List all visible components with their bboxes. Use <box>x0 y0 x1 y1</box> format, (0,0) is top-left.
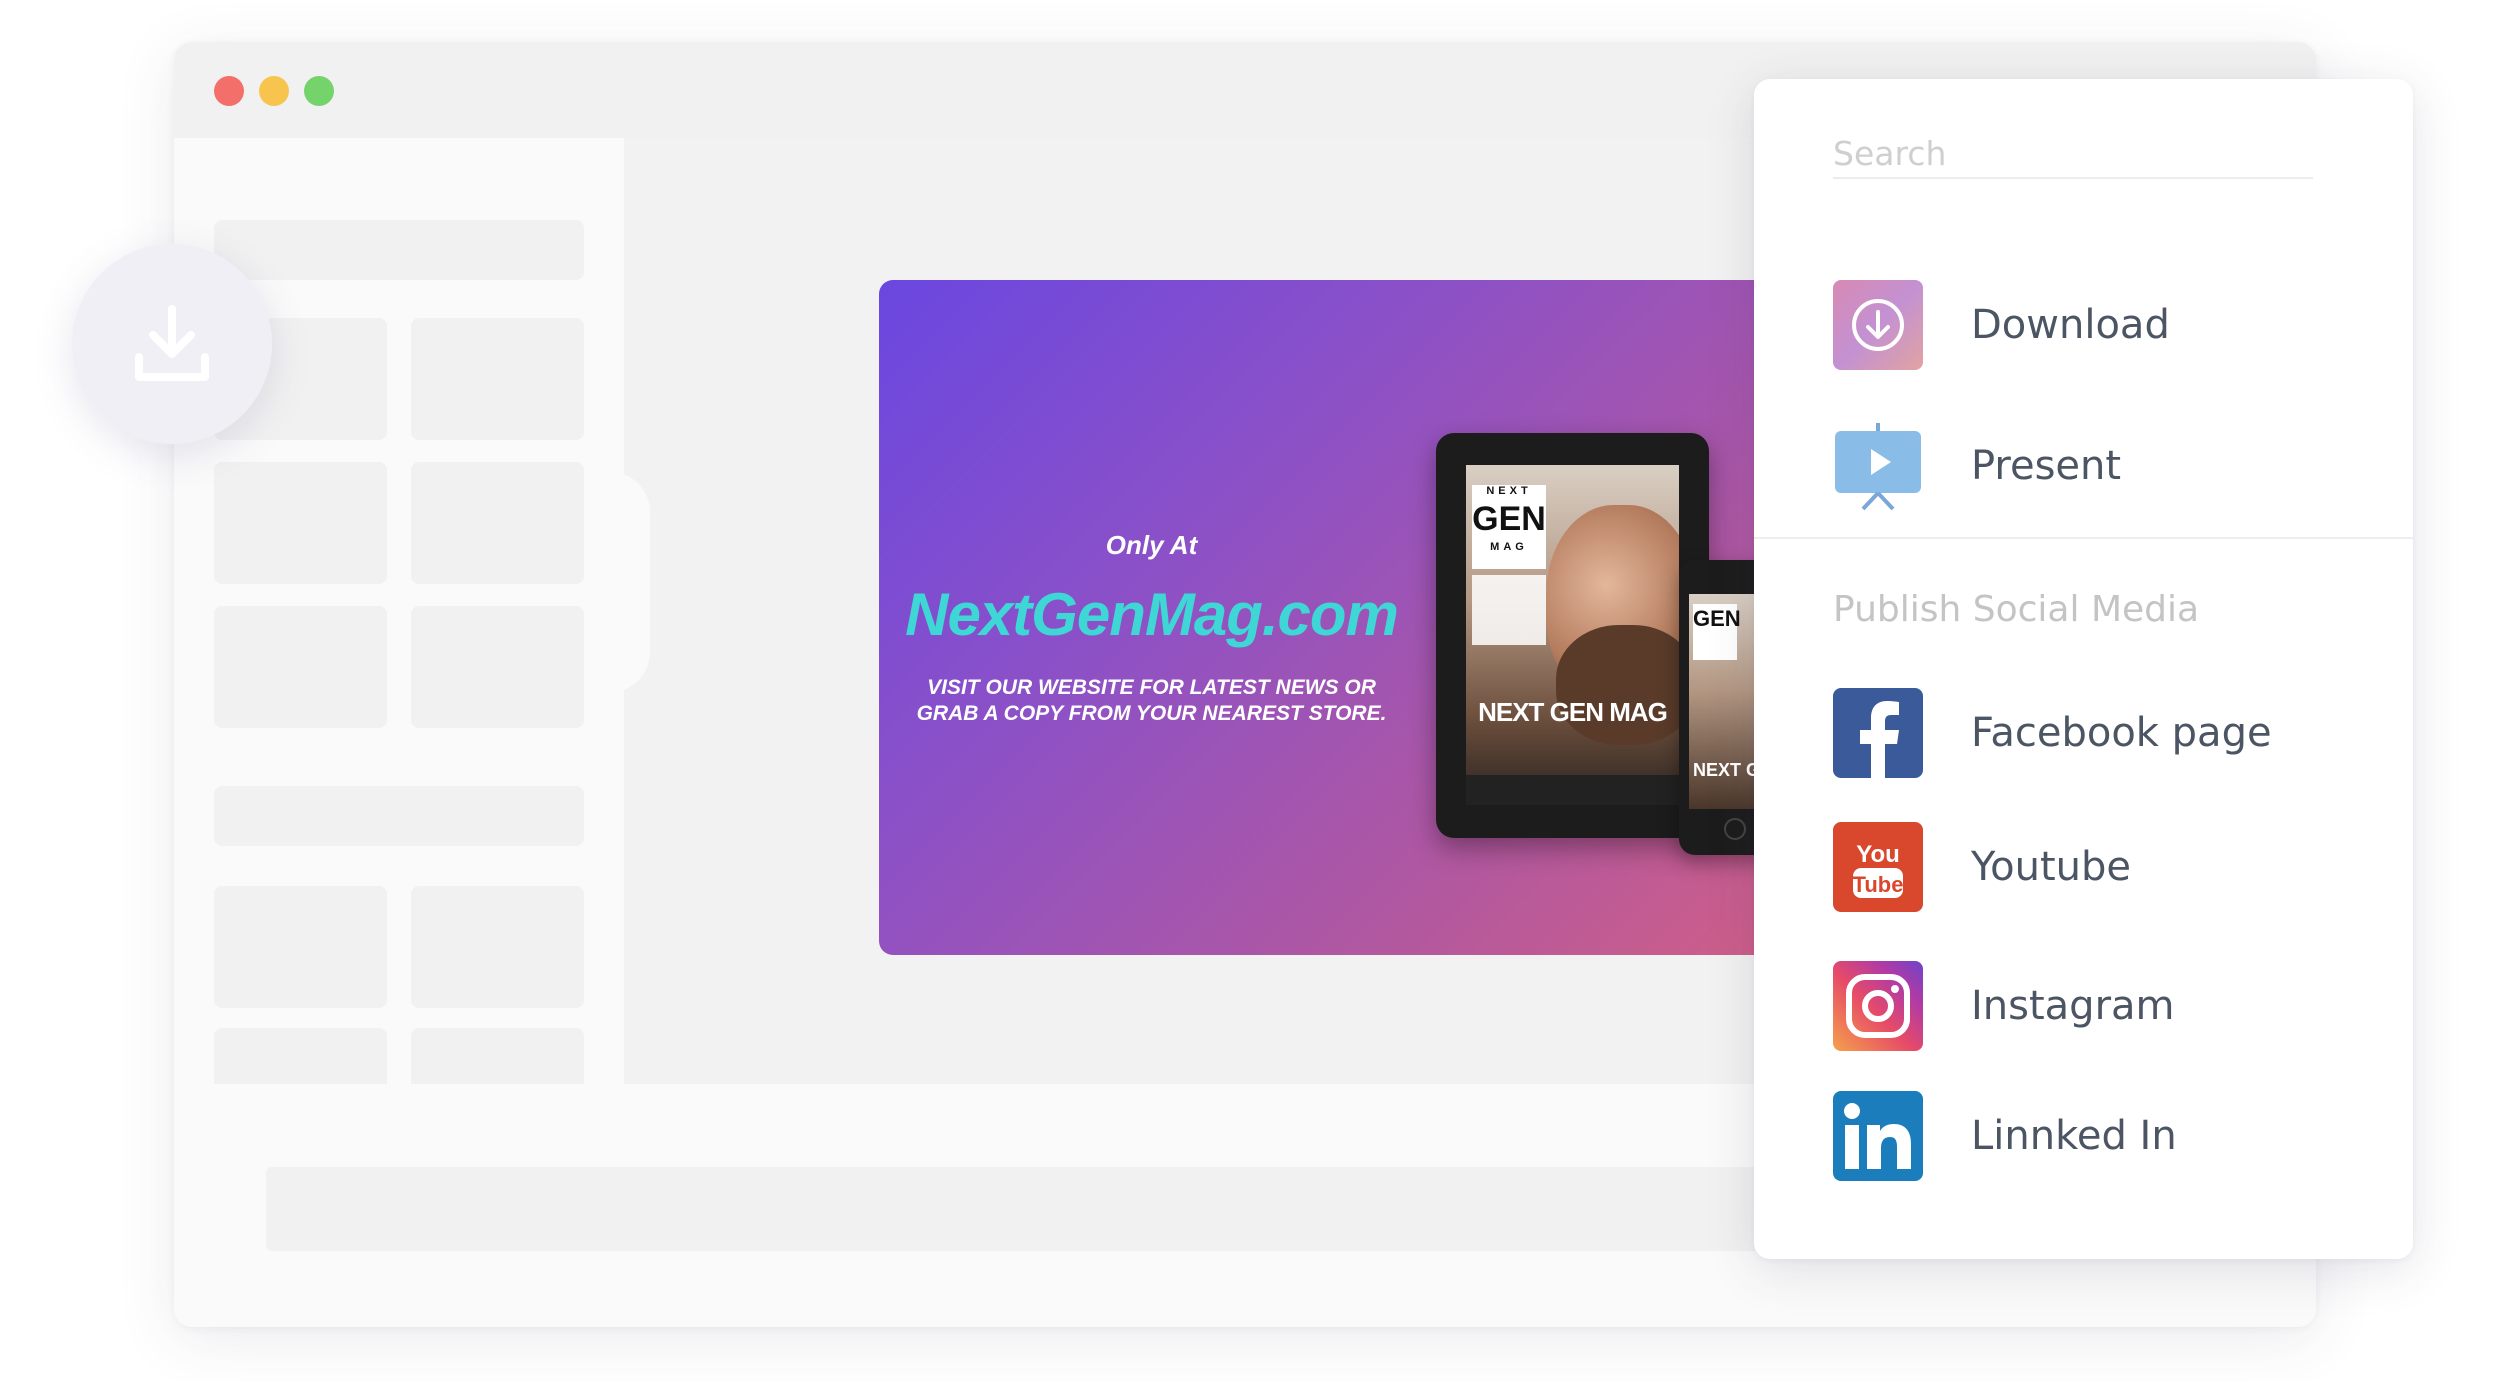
magazine-title: NEXT GEN MAG <box>1478 697 1668 727</box>
download-icon <box>135 305 209 381</box>
youtube-option[interactable]: You Tube Youtube <box>1833 819 2353 915</box>
placeholder-bar <box>214 220 584 280</box>
phone-home-button <box>1724 818 1746 840</box>
design-banner[interactable]: Only At NextGenMag.com VISIT OUR WEBSITE… <box>879 280 1879 955</box>
svg-text:You: You <box>1856 841 1900 868</box>
placeholder-tile <box>411 1028 584 1084</box>
placeholder-bar <box>214 786 584 846</box>
banner-site-name: NextGenMag.com <box>905 581 1399 648</box>
tablet-nav-bar <box>1466 775 1679 805</box>
magazine-logo-top: NEXT <box>1486 485 1532 497</box>
banner-tagline: Only At <box>1105 530 1198 560</box>
panel-divider <box>1754 537 2413 539</box>
download-fab-button[interactable] <box>72 244 272 444</box>
present-icon <box>1833 421 1923 511</box>
placeholder-tile <box>214 1028 387 1084</box>
instagram-icon <box>1833 961 1923 1051</box>
download-icon <box>1833 280 1923 370</box>
placeholder-tile <box>411 606 584 728</box>
share-panel: Download Present Publish Social Media Fa… <box>1754 79 2413 1259</box>
magazine-sidebar-text <box>1472 575 1546 645</box>
magazine-logo-main: GEN <box>1472 500 1546 538</box>
tablet-mockup: NEXT GEN MAG NEXT GEN MAG <box>1436 433 1709 838</box>
section-title: Publish Social Media <box>1833 589 2200 630</box>
placeholder-tile <box>214 606 387 728</box>
linkedin-option[interactable]: Linnked In <box>1833 1088 2353 1184</box>
window-close-button[interactable] <box>214 76 244 106</box>
instagram-label: Instagram <box>1971 983 2175 1029</box>
window-minimize-button[interactable] <box>259 76 289 106</box>
magazine-cover: NEXT GEN MAG NEXT GEN MAG <box>1466 465 1679 805</box>
facebook-label: Facebook page <box>1971 710 2272 756</box>
placeholder-tile <box>411 886 584 1008</box>
linkedin-label: Linnked In <box>1971 1113 2177 1159</box>
instagram-option[interactable]: Instagram <box>1833 958 2353 1054</box>
present-label: Present <box>1971 443 2122 489</box>
bottom-placeholder-field <box>266 1167 1966 1251</box>
youtube-label: Youtube <box>1971 844 2131 890</box>
banner-subtitle: VISIT OUR WEBSITE FOR LATEST NEWS OR GRA… <box>916 676 1387 725</box>
magazine-logo: NEXT GEN MAG <box>1472 485 1546 569</box>
youtube-icon: You Tube <box>1833 822 1923 912</box>
sidebar-collapse-handle[interactable] <box>594 472 650 692</box>
placeholder-tile <box>214 462 387 584</box>
phone-magazine-logo: GEN <box>1693 604 1741 660</box>
facebook-icon <box>1833 688 1923 778</box>
linkedin-icon <box>1833 1091 1923 1181</box>
present-action[interactable]: Present <box>1833 418 2353 514</box>
placeholder-tile <box>411 318 584 440</box>
svg-text:Tube: Tube <box>1853 872 1904 897</box>
download-label: Download <box>1971 302 2170 348</box>
placeholder-tile <box>214 886 387 1008</box>
search-input[interactable] <box>1833 129 2313 179</box>
window-maximize-button[interactable] <box>304 76 334 106</box>
download-action[interactable]: Download <box>1833 277 2353 373</box>
magazine-logo-bottom: MAG <box>1490 541 1528 553</box>
placeholder-tile <box>411 462 584 584</box>
facebook-page-option[interactable]: Facebook page <box>1833 685 2353 781</box>
